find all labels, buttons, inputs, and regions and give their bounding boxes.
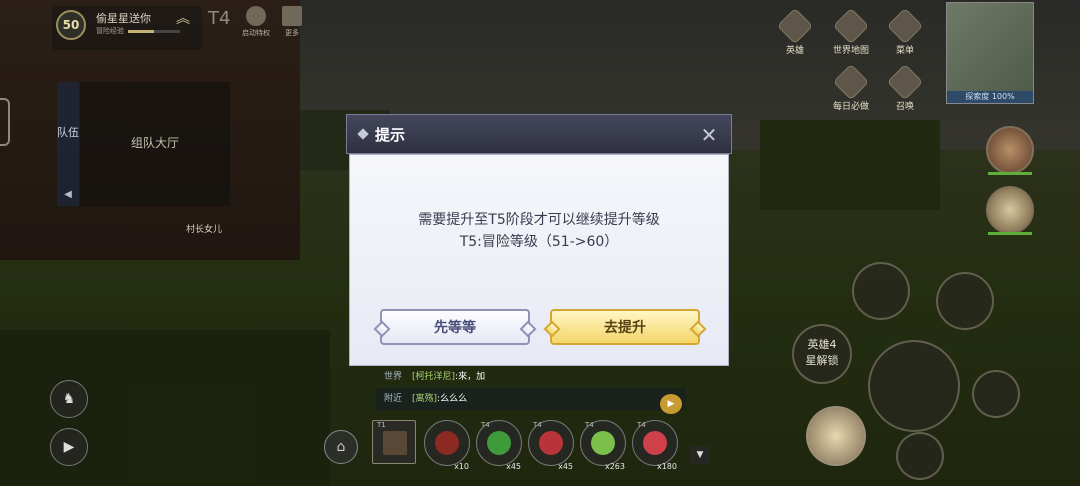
menu-label: 菜单 [895,46,914,56]
item-slot[interactable]: T4 x180 [632,420,678,471]
chat-row: 世界 [柯托洋尼]:來，加 [376,366,686,388]
close-icon[interactable]: ✕ [695,121,723,149]
chat-channel: 世界 [384,372,403,382]
dialog-message: 需要提升至T5阶段才可以继续提升等级 T5:冒险等级（51->60） [350,209,728,253]
dialog-body: 需要提升至T5阶段才可以继续提升等级 T5:冒险等级（51->60） 先等等 去… [349,154,729,366]
party-member-avatar[interactable] [986,186,1034,234]
menu-button[interactable]: 菜单 [880,7,930,56]
minimap[interactable]: 探索度 100% [946,2,1034,104]
player-exp-bar [128,30,180,33]
attack-button[interactable] [868,340,960,432]
potion-icon [539,431,563,455]
prompt-dialog: 提示 ✕ 需要提升至T5阶段才可以继续提升等级 T5:冒险等级（51->60） … [346,114,732,368]
chevron-up-icon[interactable]: ︽ [176,8,190,28]
explore-progress: 探索度 100% [947,91,1033,103]
potion-icon [435,431,459,455]
summon-label: 召唤 [895,102,914,112]
exclamation-icon [832,63,870,101]
hero-switch-avatar[interactable] [806,406,866,466]
more-button[interactable]: 更多 [274,6,310,38]
chat-panel[interactable]: 世界 [柯托洋尼]:來，加 附近 [离殇]:么么么 [376,366,686,416]
collapse-arrow-icon[interactable]: ◀ [57,184,79,206]
team-tab-label: 队伍 [57,126,79,139]
item-tier: T4 [585,421,594,429]
cube-icon [886,63,924,101]
potion-icon [643,431,667,455]
chat-message: :來，加 [455,372,486,382]
dialog-message-line: 需要提升至T5阶段才可以继续提升等级 [418,212,660,228]
play-icon[interactable]: ▶ [50,428,88,466]
grid-icon [282,6,302,26]
party-member-avatar[interactable] [986,126,1034,174]
item-slot[interactable]: T4 x45 [528,420,574,471]
player-rank: T4 [208,8,231,29]
chat-expand-icon[interactable]: ▶ [660,394,682,414]
skill-button[interactable] [852,262,910,320]
privilege-button[interactable]: 启动特权 [238,6,274,38]
more-label: 更多 [285,29,299,37]
map-icon [832,7,870,45]
dodge-button[interactable] [972,370,1020,418]
item-slot[interactable]: x10 [424,420,470,471]
chevron-down-icon[interactable]: ▼ [690,446,710,464]
item-count: x10 [454,462,469,471]
item-tier: T4 [637,421,646,429]
item-count: x180 [656,462,677,471]
diamond-icon [357,128,369,140]
world-map-button[interactable]: 世界地图 [826,7,876,56]
team-hall-label: 组队大厅 [130,136,179,150]
item-count: x263 [604,462,625,471]
chat-sender: [柯托洋尼] [412,372,456,382]
player-exp-label: 冒险经验 [96,27,124,35]
potion-icon [591,431,615,455]
skill-button[interactable] [936,272,994,330]
player-name: 偷星星送你 [96,12,151,25]
mount-button[interactable] [896,432,944,480]
heroes-button[interactable]: 英雄 [770,7,820,56]
item-tier: T1 [377,421,386,429]
daily-tasks-label: 每日必做 [832,102,869,112]
privilege-label: 启动特权 [242,29,270,37]
summon-button[interactable]: 召唤 [880,63,930,112]
daily-tasks-button[interactable]: 每日必做 [826,63,876,112]
player-level: 50 [56,10,86,40]
item-slot[interactable]: T4 x263 [580,420,626,471]
dialog-title: 提示 [375,126,406,144]
item-slot[interactable]: T4 x45 [476,420,522,471]
side-drawer-handle[interactable] [0,98,10,146]
item-count: x45 [506,462,521,471]
helmet-icon [776,7,814,45]
backpack-icon[interactable]: ⌂ [324,430,358,464]
hero-unlock-slot[interactable]: 英雄4 星解锁 [792,324,852,384]
item-slot[interactable]: T1 [372,420,416,464]
chat-sender: [离殇] [412,394,438,404]
cancel-button[interactable]: 先等等 [380,309,530,345]
privilege-icon [246,6,266,26]
unlock-text: 星解锁 [805,354,839,367]
npc-name-label: 村长女儿 [186,225,223,235]
team-hall-button[interactable]: 组队大厅 [80,82,230,206]
potion-icon [487,431,511,455]
item-tier: T4 [481,421,490,429]
item-tier: T4 [533,421,542,429]
chat-channel: 附近 [384,394,403,404]
chat-row: 附近 [离殇]:么么么 [376,388,686,410]
world-map-label: 世界地图 [832,46,869,56]
menu-icon [886,7,924,45]
block-item-icon [383,431,407,455]
horse-icon[interactable]: ♞ [50,380,88,418]
party-member-hp-bar [988,232,1032,235]
item-count: x45 [558,462,573,471]
chat-message: :么么么 [437,394,468,404]
heroes-label: 英雄 [785,46,804,56]
dialog-message-line: T5:冒险等级（51->60） [459,234,619,250]
unlock-text: 英雄4 [807,338,837,351]
dialog-header: 提示 ✕ [346,114,732,154]
confirm-button[interactable]: 去提升 [550,309,700,345]
party-member-hp-bar [988,172,1032,175]
